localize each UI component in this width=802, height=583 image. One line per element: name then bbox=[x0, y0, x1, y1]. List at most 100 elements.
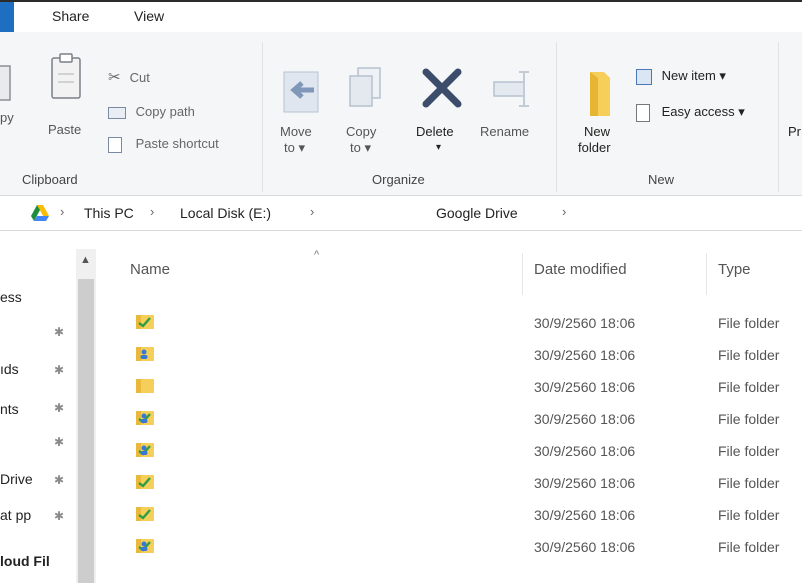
tab-file[interactable] bbox=[0, 2, 14, 32]
shared-folder-icon bbox=[136, 347, 154, 361]
clipboard-group-label: Clipboard bbox=[22, 172, 78, 187]
breadcrumb-separator: › bbox=[310, 204, 315, 219]
new-folder-label-line1: New bbox=[584, 124, 611, 139]
shared-synced-folder-icon bbox=[136, 443, 154, 457]
delete-label: Delete bbox=[416, 124, 454, 139]
pin-icon: ✱ bbox=[54, 509, 65, 523]
paste-shortcut-button[interactable]: Paste shortcut bbox=[108, 134, 219, 154]
delete-x-icon bbox=[422, 68, 462, 108]
rename-label: Rename bbox=[480, 124, 530, 139]
easy-access-label: Easy access ▾ bbox=[661, 104, 745, 119]
cut-button[interactable]: ✂ Cut bbox=[108, 68, 150, 88]
column-divider[interactable] bbox=[706, 253, 707, 295]
breadcrumb-separator: › bbox=[562, 204, 567, 219]
file-row[interactable]: 30/9/2560 18:06 File folder bbox=[96, 435, 802, 467]
breadcrumb-separator: › bbox=[60, 204, 65, 219]
copy-to-label-line1: Copy bbox=[346, 124, 377, 139]
scissors-icon: ✂ bbox=[108, 69, 121, 86]
paste-button[interactable]: Paste bbox=[42, 52, 90, 142]
pin-icon: ✱ bbox=[54, 401, 65, 415]
breadcrumb-google-drive[interactable]: Google Drive bbox=[436, 205, 518, 221]
column-header-date-modified[interactable]: Date modified bbox=[534, 261, 627, 278]
copy-to-label-line2: to ▾ bbox=[350, 140, 371, 155]
move-to-button[interactable]: Move to ▾ bbox=[274, 60, 330, 160]
easy-access-button[interactable]: Easy access ▾ bbox=[636, 102, 745, 122]
synced-folder-icon bbox=[136, 475, 154, 489]
cut-label: Cut bbox=[129, 70, 150, 85]
column-divider[interactable] bbox=[522, 253, 523, 295]
copy-to-icon bbox=[349, 67, 381, 107]
sort-ascending-caret-icon: ^ bbox=[314, 249, 320, 261]
group-divider bbox=[556, 42, 557, 192]
date-modified-cell: 30/9/2560 18:06 bbox=[534, 443, 636, 459]
pin-icon: ✱ bbox=[54, 435, 65, 449]
shared-synced-folder-icon bbox=[136, 411, 154, 425]
copy-path-icon bbox=[108, 106, 126, 119]
tab-view[interactable]: View bbox=[134, 8, 164, 24]
ribbon: py Paste ✂ Cut Copy path Paste shortcut … bbox=[0, 32, 802, 196]
synced-folder-icon bbox=[136, 507, 154, 521]
move-to-icon bbox=[283, 71, 319, 113]
breadcrumb-this-pc[interactable]: This PC bbox=[84, 205, 134, 221]
date-modified-cell: 30/9/2560 18:06 bbox=[534, 539, 636, 555]
column-header-type[interactable]: Type bbox=[718, 261, 751, 278]
pin-icon: ✱ bbox=[54, 325, 65, 339]
file-explorer-window: Share View py Paste ✂ Cut Copy path Past… bbox=[0, 0, 802, 583]
nav-item-downloads[interactable]: ıds bbox=[0, 361, 19, 377]
folder-icon bbox=[136, 379, 154, 393]
copy-label: py bbox=[0, 110, 14, 125]
rename-icon bbox=[493, 71, 529, 107]
file-row[interactable]: 30/9/2560 18:06 File folder bbox=[96, 499, 802, 531]
type-cell: File folder bbox=[718, 443, 780, 459]
file-row[interactable]: 30/9/2560 18:06 File folder bbox=[96, 371, 802, 403]
file-row[interactable]: 30/9/2560 18:06 File folder bbox=[96, 467, 802, 499]
file-row[interactable]: 30/9/2560 18:06 File folder bbox=[96, 307, 802, 339]
delete-button[interactable]: Delete ▾ bbox=[412, 60, 472, 160]
tab-share[interactable]: Share bbox=[52, 8, 89, 24]
google-drive-icon bbox=[31, 205, 49, 221]
file-row[interactable]: 30/9/2560 18:06 File folder bbox=[96, 339, 802, 371]
group-divider bbox=[262, 42, 263, 192]
rename-button[interactable]: Rename bbox=[476, 60, 548, 160]
new-folder-button[interactable]: New folder bbox=[572, 60, 628, 170]
move-to-label-line2: to ▾ bbox=[284, 140, 305, 155]
copy-path-label: Copy path bbox=[135, 104, 195, 119]
copy-button[interactable]: py bbox=[0, 52, 20, 125]
address-bar[interactable]: › This PC › Local Disk (E:) › Google Dri… bbox=[0, 196, 802, 231]
date-modified-cell: 30/9/2560 18:06 bbox=[534, 507, 636, 523]
new-item-button[interactable]: New item ▾ bbox=[636, 66, 726, 86]
paste-shortcut-icon bbox=[108, 136, 122, 153]
group-divider bbox=[778, 42, 779, 192]
nav-item-cloud-files[interactable]: loud Fil bbox=[0, 553, 50, 569]
file-row[interactable]: 30/9/2560 18:06 File folder bbox=[96, 403, 802, 435]
new-folder-icon bbox=[590, 72, 610, 116]
new-item-icon bbox=[636, 68, 652, 85]
scroll-up-arrow-icon[interactable]: ▲ bbox=[80, 254, 91, 266]
nav-item-quick-access[interactable]: ess bbox=[0, 289, 22, 305]
date-modified-cell: 30/9/2560 18:06 bbox=[534, 347, 636, 363]
new-item-label: New item ▾ bbox=[661, 68, 726, 83]
nav-item-google-drive[interactable]: Drive bbox=[0, 471, 33, 487]
move-to-label-line1: Move bbox=[280, 124, 312, 139]
nav-scrollbar-thumb[interactable] bbox=[78, 279, 94, 583]
breadcrumb-local-disk[interactable]: Local Disk (E:) bbox=[180, 205, 271, 221]
shared-synced-folder-icon bbox=[136, 539, 154, 553]
file-list: ^ Name Date modified Type 30/9/2560 18:0… bbox=[96, 231, 802, 583]
copy-to-button[interactable]: Copy to ▾ bbox=[338, 60, 394, 160]
file-row[interactable]: 30/9/2560 18:06 File folder bbox=[96, 531, 802, 563]
open-group-partial-label[interactable]: Pr bbox=[788, 124, 801, 140]
date-modified-cell: 30/9/2560 18:06 bbox=[534, 379, 636, 395]
pin-icon: ✱ bbox=[54, 473, 65, 487]
nav-item-pinned-6[interactable]: at pp bbox=[0, 507, 31, 523]
column-header-name[interactable]: Name bbox=[130, 261, 170, 278]
delete-dropdown-caret[interactable]: ▾ bbox=[436, 140, 441, 156]
type-cell: File folder bbox=[718, 379, 780, 395]
copy-path-button[interactable]: Copy path bbox=[108, 102, 195, 122]
date-modified-cell: 30/9/2560 18:06 bbox=[534, 411, 636, 427]
paste-icon bbox=[51, 53, 81, 99]
copy-icon bbox=[0, 65, 11, 101]
nav-item-documents[interactable]: nts bbox=[0, 401, 19, 417]
nav-scrollbar[interactable] bbox=[76, 249, 96, 583]
new-folder-label-line2: folder bbox=[578, 140, 611, 155]
date-modified-cell: 30/9/2560 18:06 bbox=[534, 315, 636, 331]
